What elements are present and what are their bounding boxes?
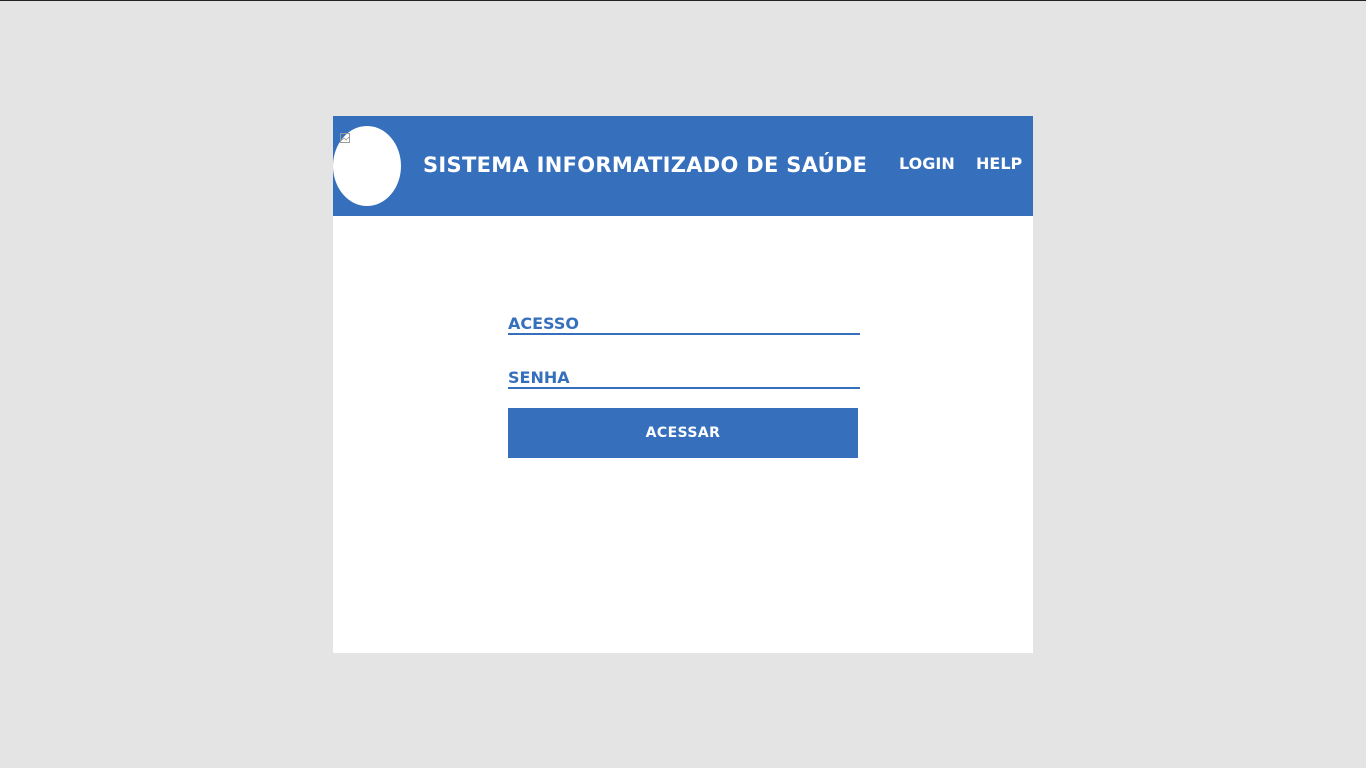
top-border (0, 0, 1366, 1)
logo (333, 126, 401, 206)
password-input[interactable] (508, 367, 860, 387)
login-card: SISTEMA INFORMATIZADO DE SAÚDE LOGIN HEL… (333, 116, 1033, 653)
broken-image-icon (340, 133, 350, 143)
login-submit-button[interactable]: ACESSAR (508, 408, 858, 458)
nav-help-link[interactable]: HELP (976, 154, 1022, 173)
password-field-wrapper (508, 367, 860, 389)
header-bar: SISTEMA INFORMATIZADO DE SAÚDE LOGIN HEL… (333, 116, 1033, 216)
username-field-wrapper (508, 313, 860, 335)
username-input[interactable] (508, 313, 860, 333)
page-title: SISTEMA INFORMATIZADO DE SAÚDE (423, 153, 868, 177)
nav-login-link[interactable]: LOGIN (899, 154, 955, 173)
